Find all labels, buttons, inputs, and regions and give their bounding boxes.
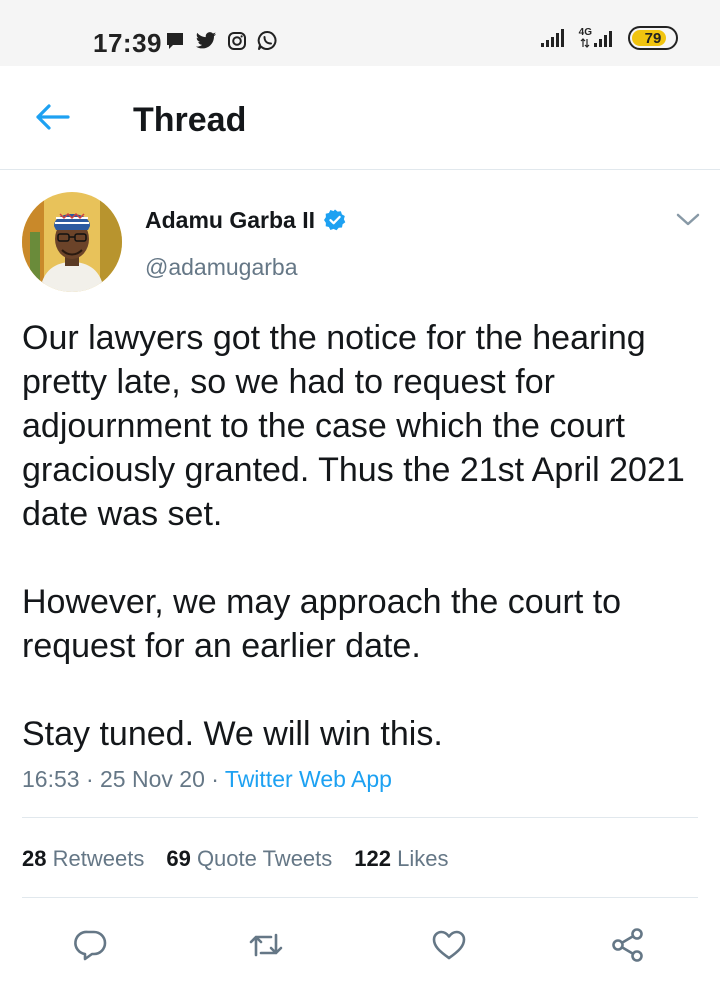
back-arrow-icon[interactable] [34, 102, 70, 132]
tweet-meta: 16:53 · 25 Nov 20 · Twitter Web App [22, 764, 392, 794]
system-icons: 4G 79 [540, 26, 678, 50]
author-handle[interactable]: @adamugarba [145, 252, 298, 282]
lte-signal: 4G [579, 28, 618, 48]
verified-badge-icon [323, 209, 346, 231]
status-bar: 17:39 4G 79 [0, 0, 720, 66]
like-button[interactable] [424, 920, 474, 970]
quotes-label: Quote Tweets [196, 846, 333, 871]
tweet-time: 16:53 [22, 766, 80, 792]
battery-indicator: 79 [628, 26, 678, 50]
retweet-button[interactable] [241, 920, 291, 970]
tweet-paragraph: However, we may approach the court to re… [22, 583, 622, 665]
tweet-paragraph: Stay tuned. We will win this. [22, 715, 443, 753]
retweet-icon [249, 933, 283, 957]
meta-separator: · [85, 766, 94, 792]
author-name-text: Adamu Garba II [145, 207, 315, 233]
retweets-label: Retweets [52, 846, 145, 871]
page-title: Thread [133, 101, 247, 139]
whatsapp-icon [257, 30, 277, 50]
chevron-down-icon[interactable] [674, 208, 702, 230]
data-arrows-icon [580, 38, 590, 48]
share-icon [612, 928, 643, 962]
author-name[interactable]: Adamu Garba II [145, 205, 347, 235]
tweet-stats: 28 Retweets 69 Quote Tweets 122 Likes [22, 844, 448, 874]
retweets-count: 28 [22, 846, 47, 871]
likes-stat[interactable]: 122 Likes [354, 844, 448, 874]
likes-label: Likes [397, 846, 449, 871]
tweet-source-link[interactable]: Twitter Web App [225, 766, 392, 792]
avatar[interactable] [22, 192, 122, 292]
tweet-actions [0, 920, 720, 970]
avatar-image [22, 192, 122, 292]
likes-count: 122 [354, 846, 391, 871]
signal-icon-secondary [594, 31, 612, 47]
notification-icons [165, 30, 278, 51]
quotes-count: 69 [166, 846, 191, 871]
tweet-text: Our lawyers got the notice for the heari… [22, 316, 702, 756]
thread-header: Thread [0, 66, 720, 170]
signal-icon [540, 29, 564, 47]
meta-separator: · [211, 766, 219, 792]
like-icon [432, 930, 466, 960]
divider [22, 897, 698, 898]
message-icon [167, 32, 183, 49]
retweets-stat[interactable]: 28 Retweets [22, 844, 144, 874]
divider [22, 817, 698, 818]
battery-percent: 79 [644, 29, 662, 47]
tweet-paragraph: Our lawyers got the notice for the heari… [22, 319, 685, 533]
instagram-icon [228, 31, 246, 50]
tweet-date: 25 Nov 20 [100, 766, 205, 792]
quote-tweets-stat[interactable]: 69 Quote Tweets [166, 844, 332, 874]
twitter-bird-icon [195, 31, 217, 48]
status-time: 17:39 [93, 28, 162, 58]
share-button[interactable] [603, 920, 653, 970]
network-type-label: 4G [578, 27, 592, 38]
reply-icon [74, 930, 107, 961]
reply-button[interactable] [66, 920, 116, 970]
